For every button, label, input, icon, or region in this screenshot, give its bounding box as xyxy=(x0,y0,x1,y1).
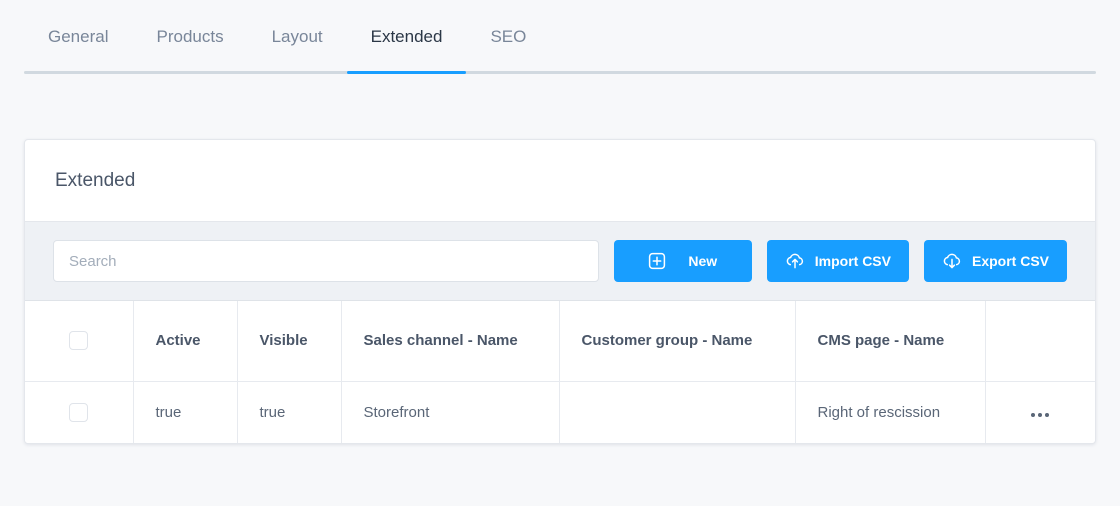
extended-card: Extended New Import CSV xyxy=(24,139,1096,444)
row-select-checkbox[interactable] xyxy=(69,402,89,422)
tab-label: General xyxy=(48,27,109,46)
tab-label: Layout xyxy=(271,27,323,46)
table-body: true true Storefront Right of rescission xyxy=(25,381,1095,443)
row-actions-cell xyxy=(985,381,1095,443)
select-all-checkbox[interactable] xyxy=(69,331,89,351)
column-header-visible[interactable]: Visible xyxy=(237,301,342,382)
new-button-label: New xyxy=(688,253,718,269)
page-title: Extended xyxy=(55,169,136,191)
cell-visible: true xyxy=(237,381,342,443)
tab-label: SEO xyxy=(490,27,527,46)
table-header-row: Active Visible Sales channel - Name Cust… xyxy=(25,301,1095,382)
cell-sales-channel: Storefront xyxy=(341,381,560,443)
tab-seo[interactable]: SEO xyxy=(466,0,550,74)
tab-label: Extended xyxy=(370,27,443,46)
select-all-header xyxy=(25,301,134,382)
table-toolbar: New Import CSV Export CSV xyxy=(25,222,1095,301)
tab-extended[interactable]: Extended xyxy=(346,0,467,74)
column-header-active[interactable]: Active xyxy=(133,301,238,382)
card-header: Extended xyxy=(25,140,1095,222)
extended-table: Active Visible Sales channel - Name Cust… xyxy=(25,301,1095,443)
column-header-sales-channel[interactable]: Sales channel - Name xyxy=(341,301,560,382)
column-header-actions xyxy=(985,301,1095,382)
new-button[interactable]: New xyxy=(613,240,752,282)
tab-layout[interactable]: Layout xyxy=(248,0,347,74)
cell-customer-group xyxy=(559,381,796,443)
tab-products[interactable]: Products xyxy=(132,0,247,74)
column-header-cms-page[interactable]: CMS page - Name xyxy=(795,301,986,382)
export-csv-label: Export CSV xyxy=(971,253,1049,269)
export-csv-button[interactable]: Export CSV xyxy=(923,240,1067,282)
tab-label: Products xyxy=(156,27,224,46)
plus-square-icon xyxy=(648,252,666,270)
search-input[interactable] xyxy=(53,240,599,282)
cell-cms-page: Right of rescission xyxy=(795,381,986,443)
cloud-download-icon xyxy=(942,252,962,270)
cell-active: true xyxy=(133,381,238,443)
row-context-menu-icon[interactable] xyxy=(1031,412,1050,417)
cloud-upload-icon xyxy=(785,252,805,270)
import-csv-label: Import CSV xyxy=(814,253,891,269)
column-header-customer-group[interactable]: Customer group - Name xyxy=(559,301,796,382)
table-row[interactable]: true true Storefront Right of rescission xyxy=(25,381,1095,443)
row-select-cell xyxy=(25,381,134,443)
table-head: Active Visible Sales channel - Name Cust… xyxy=(25,301,1095,382)
tab-bar: General Products Layout Extended SEO xyxy=(0,0,1120,74)
import-csv-button[interactable]: Import CSV xyxy=(766,240,909,282)
tab-general[interactable]: General xyxy=(24,0,132,74)
